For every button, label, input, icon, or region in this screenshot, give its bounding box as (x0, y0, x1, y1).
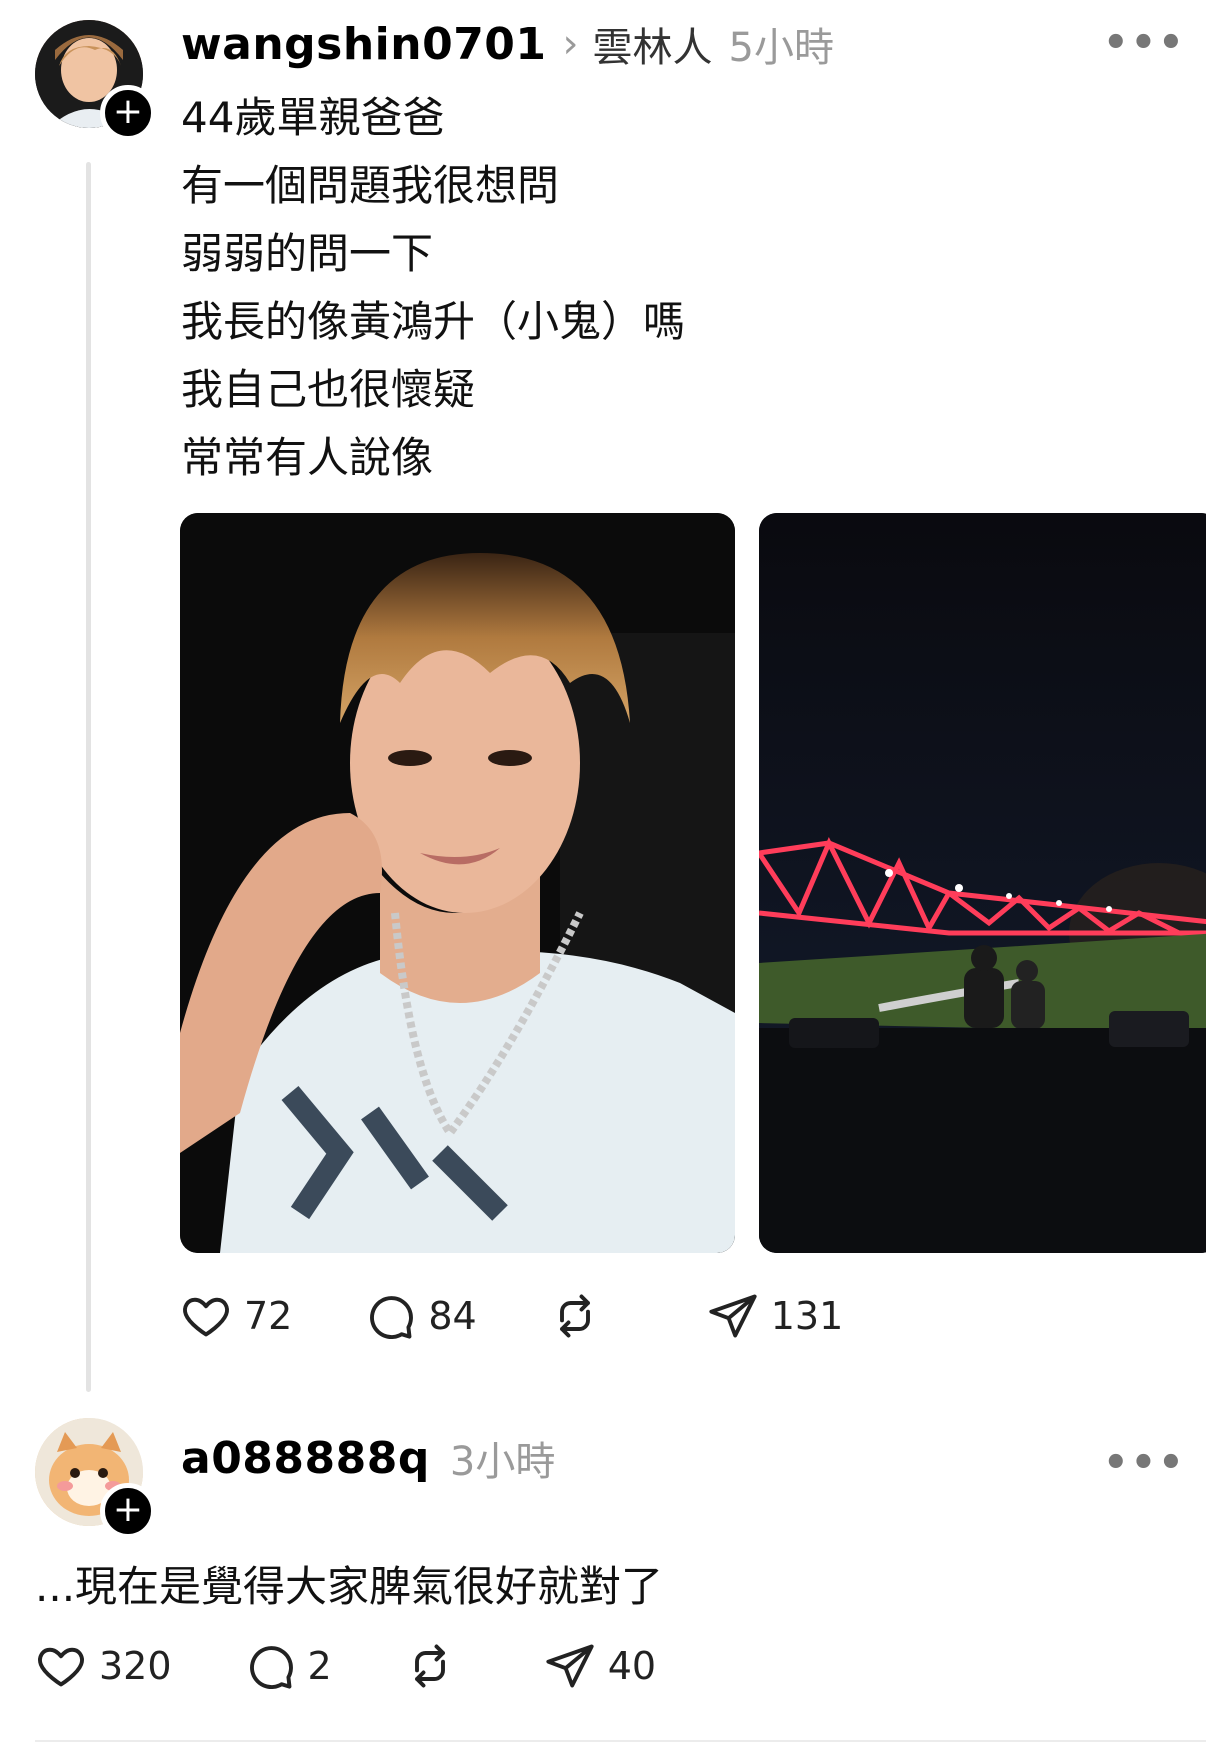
post-username[interactable]: wangshin0701 (181, 19, 547, 70)
reply-share-button[interactable]: 40 (544, 1640, 656, 1692)
post-text-line-2: 有一個問題我很想問 (181, 161, 560, 210)
like-button[interactable]: 72 (180, 1290, 292, 1342)
repost-icon (414, 1644, 445, 1688)
follow-plus-icon[interactable]: + (100, 1483, 156, 1539)
reply-actions: 320 2 40 (35, 1640, 656, 1692)
more-options-icon[interactable]: ••• (1103, 20, 1186, 66)
divider (35, 1740, 1206, 1742)
post-photo-selfie[interactable] (180, 513, 735, 1253)
post-text-line-6: 常常有人說像 (181, 433, 434, 482)
post-text-line-3: 弱弱的問一下 (181, 229, 434, 278)
comment-button[interactable]: 84 (364, 1290, 477, 1342)
share-count: 131 (770, 1294, 844, 1338)
reply-time: 3小時 (449, 1439, 556, 1485)
reply-username[interactable]: a088888q (181, 1433, 430, 1484)
post-actions: 72 84 131 (180, 1290, 843, 1342)
chevron-right-icon: › (562, 21, 579, 67)
heart-icon (38, 1647, 84, 1687)
reply-like-button[interactable]: 320 (35, 1640, 172, 1692)
reply-comment-count: 2 (307, 1644, 332, 1688)
reply-repost-button[interactable] (404, 1640, 456, 1692)
comment-count: 84 (428, 1294, 477, 1338)
comment-icon (370, 1296, 414, 1340)
repost-icon (559, 1294, 590, 1338)
like-count: 72 (244, 1294, 293, 1338)
share-button[interactable]: 131 (707, 1290, 844, 1342)
post-photo-bridge[interactable] (759, 513, 1206, 1253)
post-text-line-4: 我長的像黃鴻升（小鬼）嗎 (181, 297, 686, 346)
comment-icon (249, 1646, 293, 1690)
reply-text: ...現在是覺得大家脾氣很好就對了 (35, 1562, 664, 1611)
post-time: 5小時 (728, 25, 834, 71)
repost-button[interactable] (549, 1290, 601, 1342)
post-text-line-5: 我自己也很懷疑 (181, 365, 476, 414)
follow-plus-icon[interactable]: + (100, 85, 156, 141)
reply-comment-button[interactable]: 2 (244, 1640, 332, 1692)
send-icon (546, 1644, 594, 1688)
heart-icon (183, 1297, 229, 1337)
send-icon (709, 1294, 757, 1338)
post-header: wangshin0701 › 雲林人 5小時 (181, 16, 834, 72)
reply-like-count: 320 (99, 1644, 172, 1688)
reply-header: a088888q 3小時 (181, 1430, 555, 1486)
post-location[interactable]: 雲林人 (593, 15, 713, 73)
post-text-line-1: 44歲單親爸爸 (181, 93, 445, 142)
reply-share-count: 40 (607, 1644, 657, 1688)
thread-line (86, 162, 91, 1392)
reply-more-options-icon[interactable]: ••• (1103, 1440, 1186, 1486)
